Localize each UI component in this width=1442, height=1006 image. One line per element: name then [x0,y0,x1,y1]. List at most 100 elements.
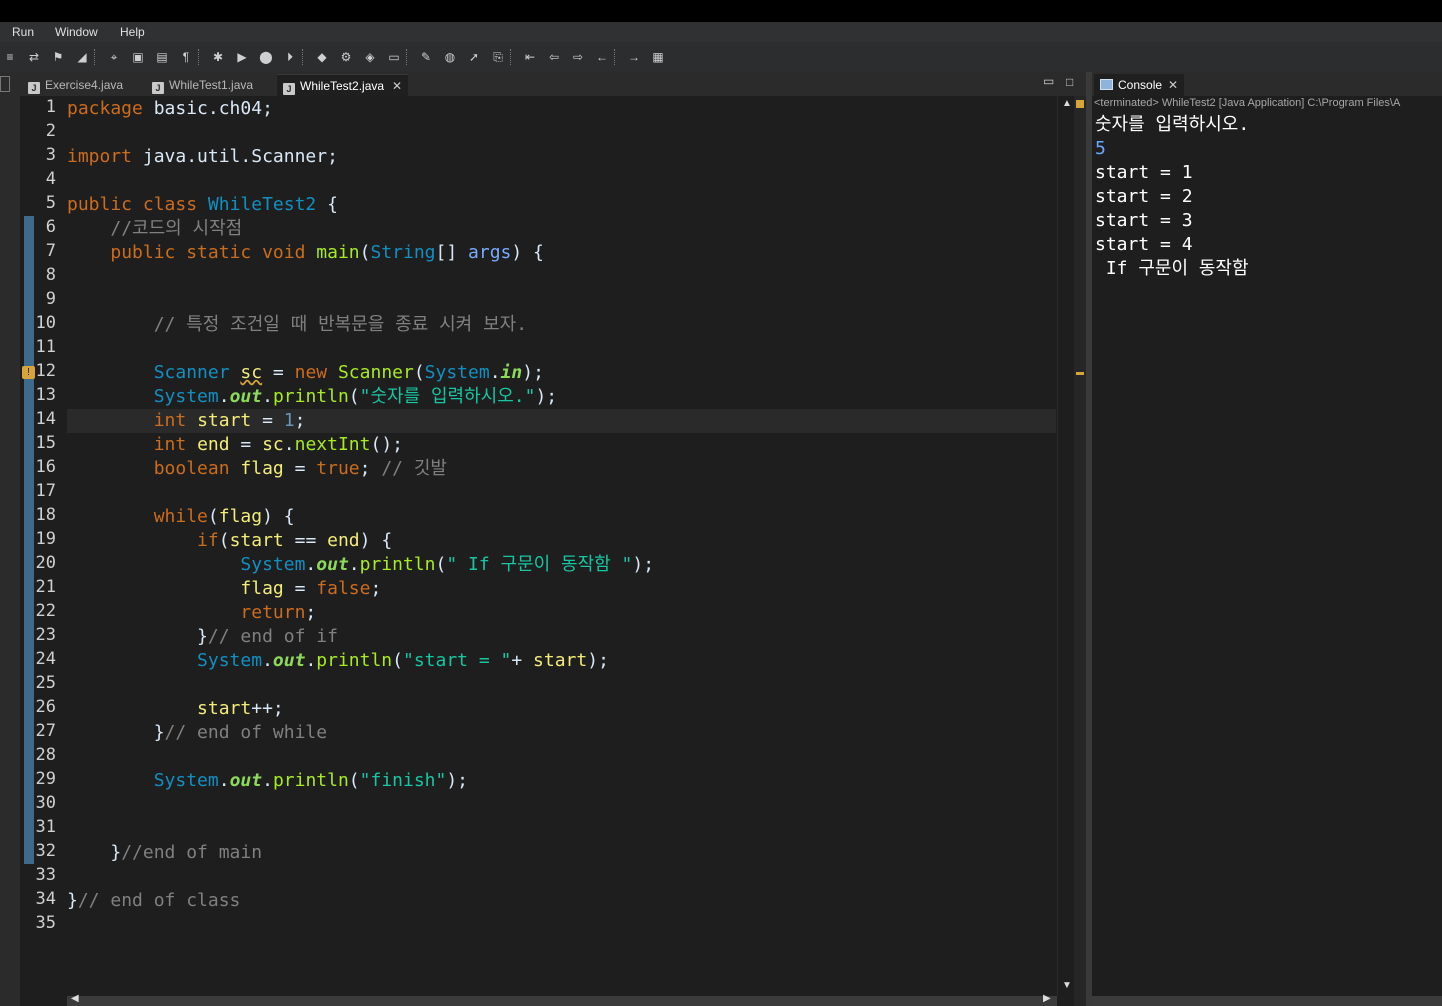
pilcrow-icon[interactable]: ¶ [178,50,194,64]
maximize-icon[interactable]: □ [1066,75,1073,89]
code-token: = [251,410,284,431]
code-token: int [153,410,198,431]
annotation-icon[interactable]: ⌖ [106,50,122,64]
code-token: ) { [359,530,393,551]
code-token: in [500,362,523,383]
code-line[interactable]: System.out.println("finish"); [67,769,468,793]
line-number: 19 [35,529,56,549]
tab-whiletest2[interactable]: J WhileTest2.java ✕ [277,74,409,97]
warning-marker[interactable] [1076,372,1084,375]
code-token: ); [632,554,655,575]
bookmark-icon[interactable]: ⎘ [490,50,506,64]
console-horizontal-scrollbar[interactable] [1092,996,1442,1006]
code-line[interactable]: int end = sc.nextInt(); [67,433,403,457]
overview-ruler[interactable] [1074,96,1086,1006]
minimize-left-icon[interactable] [0,76,10,92]
code-line[interactable]: public static void main(String[] args) { [67,241,544,265]
code-token: . [262,770,273,791]
close-icon[interactable]: ✕ [1168,78,1178,92]
coverage-icon[interactable]: ⬤ [258,50,274,64]
code-line[interactable]: if(start == end) { [67,529,392,553]
task-icon[interactable]: ▣ [130,50,146,64]
tab-exercise4[interactable]: J Exercise4.java [28,74,123,96]
globe-icon[interactable]: ◍ [442,50,458,64]
new-class-icon[interactable]: ◆ [314,50,330,64]
code-token: // 특정 조건일 때 반복문을 종료 시켜 보자. [153,314,528,335]
save-icon[interactable]: ⇄ [26,50,42,64]
code-line[interactable]: System.out.println(" If 구문이 동작함 "); [67,553,654,577]
forward-icon[interactable]: ⇨ [570,50,586,64]
code-area[interactable]: package basic.ch04; import java.util.Scan… [67,96,1056,1006]
code-token: // end of class [77,890,241,911]
toggle-icon[interactable]: ▤ [154,50,170,64]
next-annotation-icon[interactable]: ⇤ [522,50,538,64]
menu-help[interactable]: Help [120,25,145,39]
left-arrow-icon[interactable]: ← [594,50,610,64]
code-line[interactable]: }// end of class [67,889,240,913]
scroll-left-icon[interactable]: ◀ [71,993,79,1004]
search-icon[interactable]: ⚙ [338,50,354,64]
line-number: 16 [35,457,56,477]
right-arrow-icon[interactable]: → [626,50,642,64]
perspective-icon[interactable]: ▦ [650,50,666,64]
scroll-up-icon[interactable]: ▲ [1062,98,1072,109]
code-line[interactable]: System.out.println("start = "+ start); [67,649,609,673]
code-token: args [468,242,512,263]
code-line[interactable]: Scanner sc = new Scanner(System.in); [67,361,544,385]
menu-window[interactable]: Window [55,25,98,39]
code-token: ( [348,386,360,407]
code-line[interactable]: flag = false; [67,577,381,601]
pencil-icon[interactable]: ✎ [418,50,434,64]
open-type-icon[interactable]: ◈ [362,50,378,64]
code-line[interactable]: //코드의 시작점 [67,217,242,241]
code-token: package [67,98,154,119]
pen-icon[interactable]: ◢ [74,50,90,64]
code-line[interactable]: // 특정 조건일 때 반복문을 종료 시켜 보자. [67,313,527,337]
code-token: nextInt [294,434,371,455]
code-line[interactable]: import java.util.Scanner; [67,145,338,169]
vertical-scrollbar[interactable]: ▲ ▼ [1057,96,1075,996]
code-token: 1 [283,410,295,431]
close-icon[interactable]: ✕ [392,79,402,93]
tab-whiletest1[interactable]: J WhileTest1.java [152,74,253,96]
code-token: ; [359,458,382,479]
minimize-icon[interactable]: ▭ [1043,74,1054,88]
code-line[interactable]: package basic.ch04; [67,97,273,121]
code-line[interactable]: start++; [67,697,284,721]
code-line[interactable]: public class WhileTest2 { [67,193,338,217]
code-line[interactable]: while(flag) { [67,505,295,529]
debug-icon[interactable]: ✱ [210,50,226,64]
code-line[interactable]: boolean flag = true; // 깃발 [67,457,447,481]
launch-icon[interactable]: ➚ [466,50,482,64]
code-line[interactable]: System.out.println("숫자를 입력하시오."); [67,385,557,409]
code-token: Scanner [337,362,414,383]
code-token: . [218,386,230,407]
code-line[interactable]: }// end of while [67,721,327,745]
code-line[interactable]: }//end of main [67,841,262,865]
back-icon[interactable]: ⇦ [546,50,562,64]
code-line[interactable]: return; [67,601,316,625]
open-folder-icon[interactable]: ▭ [386,50,402,64]
build-icon[interactable]: ⚑ [50,50,66,64]
tab-label: Exercise4.java [45,78,124,92]
scroll-down-icon[interactable]: ▼ [1062,980,1072,991]
line-number: 31 [35,817,56,837]
code-token: . [348,554,360,575]
code-token: import [67,146,143,167]
code-line[interactable]: int start = 1; [67,409,306,433]
menu-run[interactable]: Run [12,25,34,39]
horizontal-scrollbar[interactable]: ◀ ▶ [67,993,1057,1006]
warning-summary-icon[interactable] [1076,100,1084,108]
code-editor[interactable]: ! 1 2 3 4 5 6 7 8 9 10 11 12 13 14 15 16 17 18 19 20 21 22 23 2… [0,96,1075,1006]
tab-console[interactable]: Console ✕ [1094,74,1185,96]
new-wizard-icon[interactable]: ≡ [2,50,18,64]
external-tools-icon[interactable]: ⏵ [282,50,298,64]
code-line[interactable]: }// end of if [67,625,338,649]
console-view[interactable]: <terminated> WhileTest2 [Java Applicatio… [1092,96,1442,1006]
run-icon[interactable]: ▶ [234,50,250,64]
scroll-right-icon[interactable]: ▶ [1043,993,1051,1004]
